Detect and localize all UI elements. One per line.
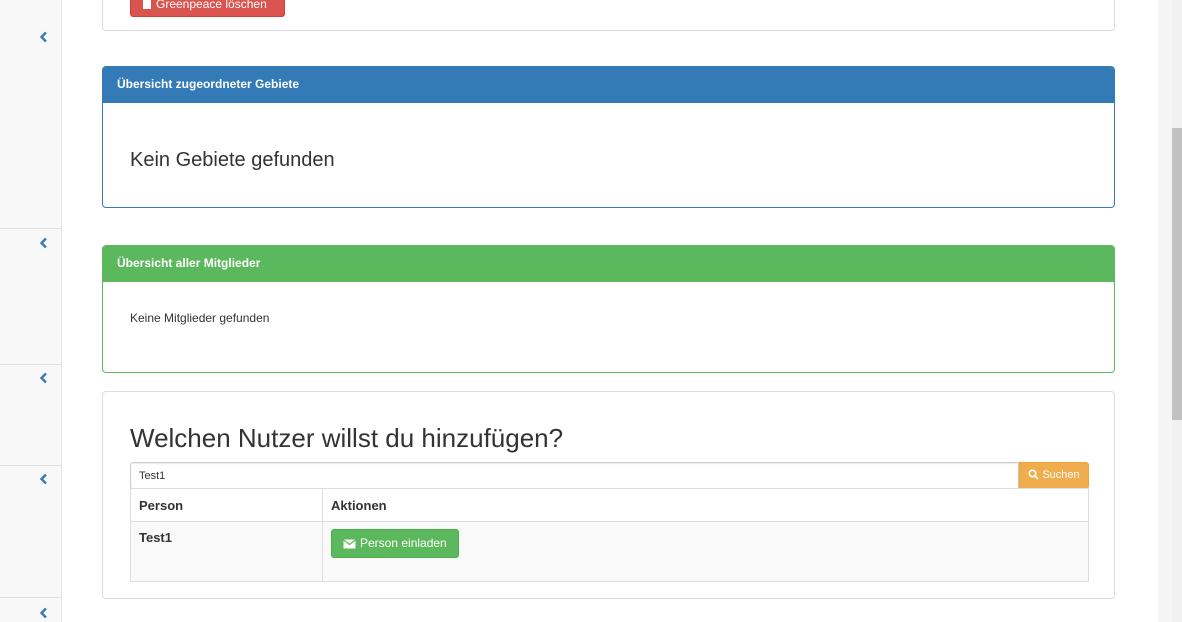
search-icon [1028, 469, 1039, 480]
areas-panel-heading: Übersicht zugeordneter Gebiete [103, 67, 1114, 103]
sidebar-divider [0, 465, 61, 466]
chevron-left-icon[interactable] [38, 607, 50, 619]
greenpeace-panel: Greenpeace löschen [102, 0, 1115, 31]
envelope-icon [343, 539, 356, 549]
delete-greenpeace-button[interactable]: Greenpeace löschen [130, 0, 285, 17]
person-name-cell: Test1 [130, 521, 323, 582]
members-empty-text: Keine Mitglieder gefunden [130, 311, 270, 325]
user-search-input[interactable] [130, 462, 1019, 489]
areas-empty-text: Kein Gebiete gefunden [130, 149, 335, 171]
table-header-row: Person Aktionen [130, 488, 1089, 522]
chevron-left-icon[interactable] [38, 372, 50, 384]
user-results-table: Person Aktionen Test1 Person einladen [130, 488, 1089, 582]
search-button[interactable]: Suchen [1019, 462, 1089, 489]
invite-person-label: Person einladen [360, 536, 447, 550]
chevron-left-icon[interactable] [38, 473, 50, 485]
actions-cell: Person einladen [322, 521, 1089, 582]
sidebar-divider [0, 228, 61, 229]
scrollbar-thumb[interactable] [1172, 128, 1182, 420]
trash-icon [143, 0, 151, 9]
table-row: Test1 Person einladen [130, 521, 1089, 582]
chevron-left-icon[interactable] [38, 237, 50, 249]
add-user-panel: Welchen Nutzer willst du hinzufügen? Suc… [102, 391, 1115, 599]
chevron-left-icon[interactable] [38, 31, 50, 43]
page-scrollbar[interactable] [1158, 0, 1182, 622]
members-panel: Übersicht aller Mitglieder Keine Mitglie… [102, 245, 1115, 373]
column-header-person: Person [130, 488, 323, 522]
areas-panel: Übersicht zugeordneter Gebiete Kein Gebi… [102, 66, 1115, 208]
add-user-title: Welchen Nutzer willst du hinzufügen? [130, 423, 564, 453]
delete-greenpeace-label: Greenpeace löschen [156, 0, 267, 11]
members-panel-heading: Übersicht aller Mitglieder [103, 246, 1114, 282]
sidebar-divider [0, 364, 61, 365]
column-header-actions: Aktionen [322, 488, 1089, 522]
sidebar-divider [0, 597, 61, 598]
sidebar [0, 0, 62, 622]
invite-person-button[interactable]: Person einladen [331, 529, 459, 558]
search-button-label: Suchen [1042, 469, 1080, 481]
